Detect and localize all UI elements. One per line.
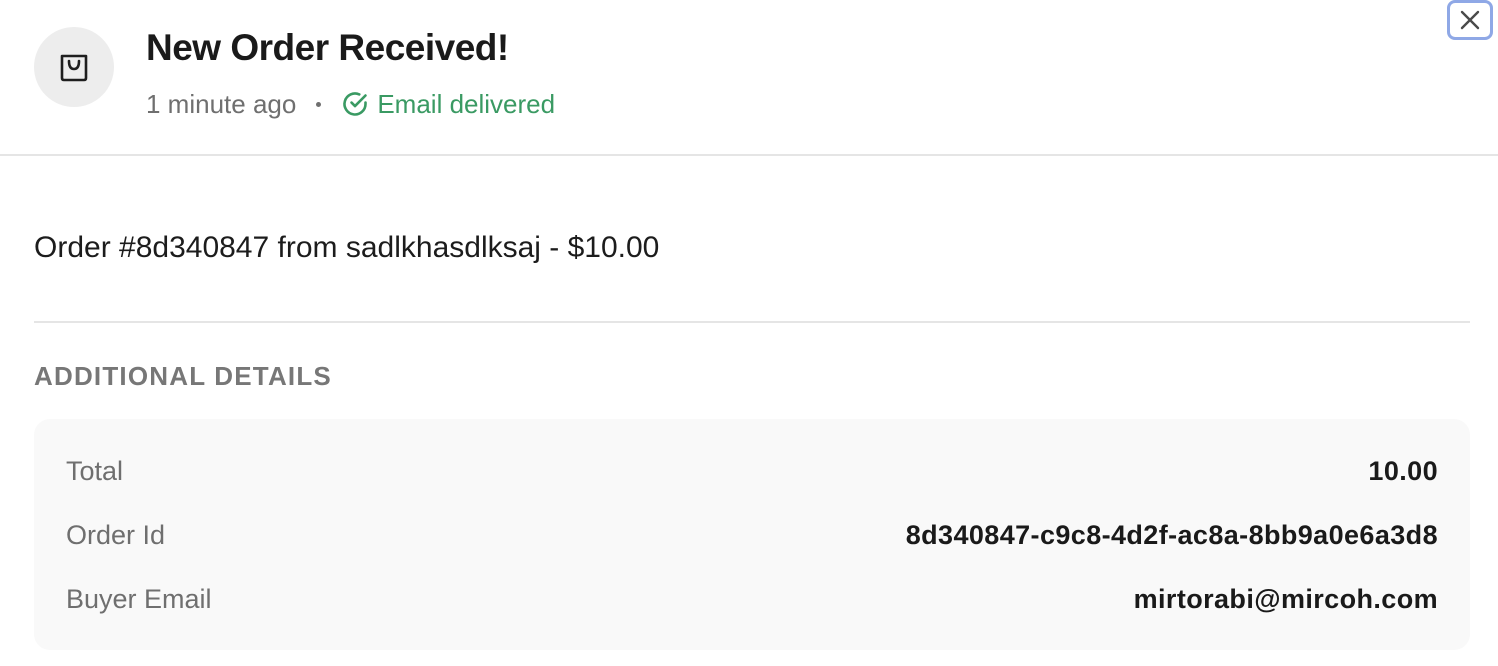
detail-value: mirtorabi@mircoh.com [1133,583,1438,614]
separator-dot [316,101,322,107]
order-summary: Order #8d340847 from sadlkhasdlksaj - $1… [34,231,660,264]
delivery-status: Email delivered [341,89,555,120]
notification-meta: 1 minute ago Email delivered [146,86,555,122]
detail-row-order-id: Order Id 8d340847-c9c8-4d2f-ac8a-8bb9a0e… [66,503,1438,567]
detail-label: Order Id [66,519,166,550]
detail-label: Buyer Email [66,583,212,614]
status-text: Email delivered [377,88,556,119]
detail-value: 8d340847-c9c8-4d2f-ac8a-8bb9a0e6a3d8 [905,519,1438,550]
detail-value: 10.00 [1368,455,1438,486]
detail-label: Total [66,455,124,486]
detail-row-buyer-email: Buyer Email mirtorabi@mircoh.com [66,567,1438,631]
section-divider [34,321,1470,323]
check-circle-icon [341,90,377,118]
detail-row-total: Total 10.00 [66,439,1438,503]
page-title: New Order Received! [146,27,509,68]
order-notification-panel: New Order Received! 1 minute ago Email d… [0,0,1498,666]
notification-header: New Order Received! 1 minute ago Email d… [0,0,1498,156]
avatar [34,27,114,107]
timestamp: 1 minute ago [146,88,297,119]
shopping-bag-icon [59,48,89,87]
close-icon [1459,9,1481,31]
details-table: Total 10.00 Order Id 8d340847-c9c8-4d2f-… [34,419,1470,650]
details-heading: ADDITIONAL DETAILS [34,361,332,391]
close-button[interactable] [1447,0,1493,40]
